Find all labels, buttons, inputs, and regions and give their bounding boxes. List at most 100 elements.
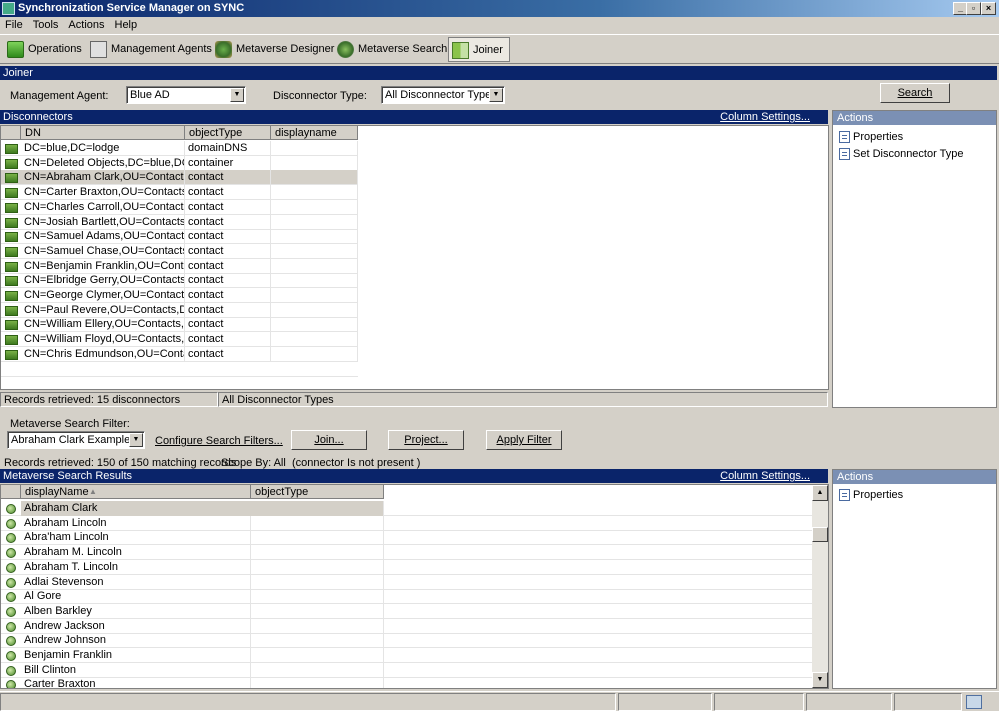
status-panel xyxy=(806,693,892,711)
metaverse-designer-icon xyxy=(215,41,232,58)
actions-header: Actions xyxy=(833,470,996,484)
table-row[interactable]: CN=Charles Carroll,OU=Contacts,D...conta… xyxy=(1,199,358,215)
toolbar-joiner[interactable]: Joiner xyxy=(448,37,510,62)
grid-corner xyxy=(1,485,21,499)
metaverse-object-icon xyxy=(6,651,16,661)
table-row[interactable]: Andrew Jackson xyxy=(1,618,812,634)
metaverse-object-icon xyxy=(6,533,16,544)
disconnector-actions-pane: Actions Properties Set Disconnector Type xyxy=(832,110,997,408)
configure-search-filters-link[interactable]: Configure Search Filters... xyxy=(155,435,283,447)
apply-filter-button[interactable]: Apply Filter xyxy=(486,430,562,450)
table-row[interactable]: CN=Elbridge Gerry,OU=Contacts,D...contac… xyxy=(1,273,358,289)
menu-file[interactable]: File xyxy=(0,17,28,34)
cell-displayname: Abraham Clark xyxy=(21,501,384,516)
metaverse-results-header: Metaverse Search Results Column Settings… xyxy=(0,469,828,483)
table-row[interactable]: CN=Paul Revere,OU=Contacts,DC...contact xyxy=(1,302,358,318)
disconnectors-record-count: Records retrieved: 15 disconnectors xyxy=(0,392,218,407)
chevron-down-icon[interactable]: ▼ xyxy=(230,88,244,102)
cell-dn: CN=Josiah Bartlett,OU=Contacts,D... xyxy=(21,214,185,230)
join-button[interactable]: Join... xyxy=(291,430,367,450)
column-header-objecttype[interactable]: objectType xyxy=(185,126,271,140)
scope-label: Scope By: All xyxy=(221,457,286,469)
cell-displayname: Al Gore xyxy=(21,589,251,605)
table-row[interactable]: CN=Deleted Objects,DC=blue,DC=l...contai… xyxy=(1,155,358,171)
disconnector-action-set-type[interactable]: Set Disconnector Type xyxy=(839,146,963,162)
cell-dn: CN=Paul Revere,OU=Contacts,DC... xyxy=(21,302,185,318)
results-scrollbar[interactable]: ▲ ▼ xyxy=(812,485,828,688)
table-row[interactable]: Al Gore xyxy=(1,589,812,605)
table-row[interactable]: Abraham M. Lincoln xyxy=(1,545,812,561)
scroll-down-icon[interactable]: ▼ xyxy=(812,672,828,688)
cell-displayname xyxy=(271,317,358,333)
table-row[interactable]: CN=William Floyd,OU=Contacts,DC...contac… xyxy=(1,332,358,348)
scroll-thumb[interactable] xyxy=(812,527,828,542)
menu-actions[interactable]: Actions xyxy=(63,17,109,34)
disconnectors-column-settings-link[interactable]: Column Settings... xyxy=(720,110,810,124)
metaverse-object-icon xyxy=(6,665,16,676)
management-agent-select[interactable]: Blue AD ▼ xyxy=(126,86,246,104)
metaverse-search-filter-select[interactable]: Abraham Clark Example ▼ xyxy=(7,431,145,449)
table-row[interactable]: Benjamin Franklin xyxy=(1,648,812,663)
chevron-down-icon[interactable]: ▼ xyxy=(129,433,143,447)
disconnector-object-icon xyxy=(5,291,18,301)
cell-displayname xyxy=(271,273,358,289)
table-row[interactable]: Abra'ham Lincoln xyxy=(1,530,812,546)
grid-corner xyxy=(1,126,21,140)
toolbar-operations[interactable]: Operations xyxy=(4,37,88,62)
joiner-icon xyxy=(452,42,469,59)
close-button[interactable]: × xyxy=(981,2,996,15)
table-row[interactable]: Carter Braxton xyxy=(1,677,812,688)
table-row[interactable] xyxy=(1,362,358,377)
chevron-down-icon[interactable]: ▼ xyxy=(489,88,503,102)
column-header-objecttype[interactable]: objectType xyxy=(251,485,384,499)
table-row[interactable]: Adlai Stevenson xyxy=(1,574,812,590)
table-row[interactable]: DC=blue,DC=lodge domainDNS xyxy=(1,141,358,156)
metaverse-search-icon xyxy=(337,41,354,58)
project-button[interactable]: Project... xyxy=(388,430,464,450)
table-row[interactable]: CN=William Ellery,OU=Contacts,D... contac… xyxy=(1,317,358,333)
table-row[interactable]: CN=Abraham Clark,OU=Contacts,D...contact xyxy=(1,170,358,186)
column-header-dn[interactable]: DN xyxy=(21,126,185,140)
toolbar-management-agents[interactable]: Management Agents xyxy=(87,37,218,62)
disconnector-object-icon xyxy=(5,144,18,154)
table-row[interactable]: Alben Barkley xyxy=(1,603,812,619)
table-row[interactable]: Andrew Johnson xyxy=(1,633,812,649)
results-action-properties[interactable]: Properties xyxy=(839,487,903,503)
cell-displayname xyxy=(271,346,358,362)
table-row[interactable]: CN=Benjamin Franklin,OU=Contact...contac… xyxy=(1,258,358,274)
disconnector-type-select[interactable]: All Disconnector Types ▼ xyxy=(381,86,505,104)
cell-objecttype xyxy=(251,515,384,531)
cell-displayname xyxy=(271,258,358,274)
table-row[interactable]: Abraham Clark xyxy=(1,501,812,516)
toolbar-metaverse-designer[interactable]: Metaverse Designer xyxy=(212,37,340,62)
metaverse-object-icon xyxy=(6,577,16,588)
results-column-settings-link[interactable]: Column Settings... xyxy=(720,469,810,483)
cell-dn: CN=Samuel Chase,OU=Contacts,D... xyxy=(21,243,185,259)
disconnector-object-icon xyxy=(5,217,18,228)
column-header-displayname[interactable]: displayname xyxy=(271,126,358,140)
properties-icon xyxy=(839,131,850,143)
cell-dn: CN=Carter Braxton,OU=Contacts,D... xyxy=(21,185,185,201)
table-row[interactable]: CN=Samuel Adams,OU=Contacts,D...contact xyxy=(1,229,358,245)
table-row[interactable]: CN=Samuel Chase,OU=Contacts,D...contact xyxy=(1,243,358,259)
title-bar: Synchronization Service Manager on SYNC … xyxy=(0,0,999,17)
filter-condition: (connector Is not present ) xyxy=(292,457,421,469)
cell-objecttype: contact xyxy=(185,302,271,318)
table-row[interactable]: CN=Josiah Bartlett,OU=Contacts,D...conta… xyxy=(1,214,358,230)
table-row[interactable]: Abraham T. Lincoln xyxy=(1,559,812,575)
metaverse-results-grid: displayName ▲ objectType Abraham Clark Ab… xyxy=(0,484,829,689)
table-row[interactable]: Bill Clinton xyxy=(1,662,812,678)
search-button[interactable]: Search xyxy=(880,83,950,103)
scroll-up-icon[interactable]: ▲ xyxy=(812,485,828,501)
table-row[interactable]: CN=Chris Edmundson,OU=Contact...contact xyxy=(1,346,358,362)
table-row[interactable]: CN=Carter Braxton,OU=Contacts,D...contac… xyxy=(1,185,358,201)
table-row[interactable]: CN=George Clymer,OU=Contacts,D...contact xyxy=(1,288,358,303)
menu-help[interactable]: Help xyxy=(110,17,143,34)
toolbar-metaverse-search[interactable]: Metaverse Search xyxy=(334,37,453,62)
column-header-displayname-sorted[interactable]: displayName ▲ xyxy=(21,485,251,499)
table-row[interactable]: Abraham Lincoln xyxy=(1,515,812,531)
menu-tools[interactable]: Tools xyxy=(28,17,64,34)
disconnector-action-properties[interactable]: Properties xyxy=(839,129,903,145)
restore-button[interactable]: ▫ xyxy=(966,2,981,15)
status-panel-main xyxy=(0,693,616,711)
